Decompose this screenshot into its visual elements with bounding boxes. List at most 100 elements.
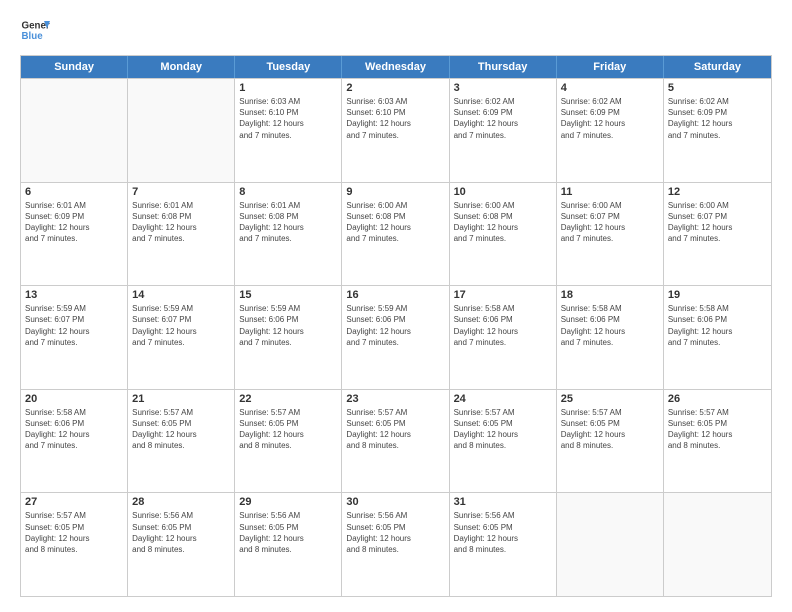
day-number: 21 — [132, 393, 230, 405]
day-cell-13: 13Sunrise: 5:59 AM Sunset: 6:07 PM Dayli… — [21, 286, 128, 389]
calendar: SundayMondayTuesdayWednesdayThursdayFrid… — [20, 55, 772, 597]
day-number: 18 — [561, 289, 659, 301]
day-header-tuesday: Tuesday — [235, 56, 342, 78]
day-number: 25 — [561, 393, 659, 405]
day-cell-8: 8 Sunrise: 6:01 AM Sunset: 6:08 PM Daylig… — [235, 183, 342, 286]
day-number: 23 — [346, 393, 444, 405]
day-cell-empty — [557, 493, 664, 596]
day-cell-22: 22 Sunrise: 5:57 AM Sunset: 6:05 PM Dayli… — [235, 390, 342, 493]
day-number: 5 — [668, 82, 767, 94]
day-cell-31: 31Sunrise: 5:56 AM Sunset: 6:05 PM Dayli… — [450, 493, 557, 596]
day-number: 1 — [239, 82, 337, 94]
day-info: Sunrise: 5:59 AM Sunset: 6:06 PM Dayligh… — [346, 303, 444, 348]
day-info: Sunrise: 5:57 AM Sunset: 6:05 PM Dayligh… — [239, 407, 337, 452]
day-info: Sunrise: 6:01 AM Sunset: 6:09 PM Dayligh… — [25, 200, 123, 245]
day-number: 26 — [668, 393, 767, 405]
calendar-week-4: 20 Sunrise: 5:58 AM Sunset: 6:06 PM Dayli… — [21, 389, 771, 493]
day-info: Sunrise: 5:58 AM Sunset: 6:06 PM Dayligh… — [454, 303, 552, 348]
day-cell-30: 30 Sunrise: 5:56 AM Sunset: 6:05 PM Dayli… — [342, 493, 449, 596]
day-number: 8 — [239, 186, 337, 198]
day-number: 16 — [346, 289, 444, 301]
day-cell-empty — [128, 79, 235, 182]
svg-text:Blue: Blue — [22, 31, 44, 42]
day-cell-10: 10Sunrise: 6:00 AM Sunset: 6:08 PM Dayli… — [450, 183, 557, 286]
day-cell-6: 6 Sunrise: 6:01 AM Sunset: 6:09 PM Daylig… — [21, 183, 128, 286]
day-number: 7 — [132, 186, 230, 198]
day-info: Sunrise: 5:58 AM Sunset: 6:06 PM Dayligh… — [25, 407, 123, 452]
day-header-thursday: Thursday — [450, 56, 557, 78]
day-info: Sunrise: 6:00 AM Sunset: 6:08 PM Dayligh… — [346, 200, 444, 245]
day-number: 28 — [132, 496, 230, 508]
day-header-friday: Friday — [557, 56, 664, 78]
day-cell-15: 15 Sunrise: 5:59 AM Sunset: 6:06 PM Dayli… — [235, 286, 342, 389]
day-cell-27: 27Sunrise: 5:57 AM Sunset: 6:05 PM Dayli… — [21, 493, 128, 596]
day-header-wednesday: Wednesday — [342, 56, 449, 78]
day-cell-21: 21 Sunrise: 5:57 AM Sunset: 6:05 PM Dayli… — [128, 390, 235, 493]
day-info: Sunrise: 5:58 AM Sunset: 6:06 PM Dayligh… — [561, 303, 659, 348]
day-number: 2 — [346, 82, 444, 94]
day-info: Sunrise: 5:57 AM Sunset: 6:05 PM Dayligh… — [668, 407, 767, 452]
day-info: Sunrise: 6:00 AM Sunset: 6:07 PM Dayligh… — [561, 200, 659, 245]
day-info: Sunrise: 6:01 AM Sunset: 6:08 PM Dayligh… — [132, 200, 230, 245]
day-number: 20 — [25, 393, 123, 405]
day-number: 17 — [454, 289, 552, 301]
logo: General Blue — [20, 15, 50, 45]
day-info: Sunrise: 6:02 AM Sunset: 6:09 PM Dayligh… — [561, 96, 659, 141]
day-number: 19 — [668, 289, 767, 301]
day-header-monday: Monday — [128, 56, 235, 78]
day-number: 9 — [346, 186, 444, 198]
day-number: 15 — [239, 289, 337, 301]
day-info: Sunrise: 5:56 AM Sunset: 6:05 PM Dayligh… — [239, 510, 337, 555]
day-header-saturday: Saturday — [664, 56, 771, 78]
day-info: Sunrise: 5:59 AM Sunset: 6:07 PM Dayligh… — [25, 303, 123, 348]
day-number: 22 — [239, 393, 337, 405]
day-cell-4: 4 Sunrise: 6:02 AM Sunset: 6:09 PM Daylig… — [557, 79, 664, 182]
day-number: 4 — [561, 82, 659, 94]
day-cell-16: 16 Sunrise: 5:59 AM Sunset: 6:06 PM Dayli… — [342, 286, 449, 389]
day-cell-20: 20 Sunrise: 5:58 AM Sunset: 6:06 PM Dayli… — [21, 390, 128, 493]
day-number: 14 — [132, 289, 230, 301]
day-cell-26: 26 Sunrise: 5:57 AM Sunset: 6:05 PM Dayli… — [664, 390, 771, 493]
day-info: Sunrise: 5:58 AM Sunset: 6:06 PM Dayligh… — [668, 303, 767, 348]
day-cell-1: 1 Sunrise: 6:03 AM Sunset: 6:10 PM Daylig… — [235, 79, 342, 182]
day-number: 12 — [668, 186, 767, 198]
day-info: Sunrise: 5:56 AM Sunset: 6:05 PM Dayligh… — [132, 510, 230, 555]
day-info: Sunrise: 6:02 AM Sunset: 6:09 PM Dayligh… — [454, 96, 552, 141]
day-cell-2: 2 Sunrise: 6:03 AM Sunset: 6:10 PM Daylig… — [342, 79, 449, 182]
day-info: Sunrise: 6:02 AM Sunset: 6:09 PM Dayligh… — [668, 96, 767, 141]
day-cell-18: 18 Sunrise: 5:58 AM Sunset: 6:06 PM Dayli… — [557, 286, 664, 389]
day-cell-7: 7 Sunrise: 6:01 AM Sunset: 6:08 PM Daylig… — [128, 183, 235, 286]
day-number: 6 — [25, 186, 123, 198]
day-info: Sunrise: 6:00 AM Sunset: 6:07 PM Dayligh… — [668, 200, 767, 245]
day-cell-25: 25Sunrise: 5:57 AM Sunset: 6:05 PM Dayli… — [557, 390, 664, 493]
day-info: Sunrise: 5:59 AM Sunset: 6:07 PM Dayligh… — [132, 303, 230, 348]
day-info: Sunrise: 5:57 AM Sunset: 6:05 PM Dayligh… — [454, 407, 552, 452]
header: General Blue — [20, 15, 772, 45]
day-cell-3: 3Sunrise: 6:02 AM Sunset: 6:09 PM Daylig… — [450, 79, 557, 182]
day-info: Sunrise: 5:57 AM Sunset: 6:05 PM Dayligh… — [346, 407, 444, 452]
day-cell-11: 11Sunrise: 6:00 AM Sunset: 6:07 PM Dayli… — [557, 183, 664, 286]
day-info: Sunrise: 5:57 AM Sunset: 6:05 PM Dayligh… — [132, 407, 230, 452]
day-info: Sunrise: 6:00 AM Sunset: 6:08 PM Dayligh… — [454, 200, 552, 245]
logo-icon: General Blue — [20, 15, 50, 45]
calendar-week-2: 6 Sunrise: 6:01 AM Sunset: 6:09 PM Daylig… — [21, 182, 771, 286]
calendar-body: 1 Sunrise: 6:03 AM Sunset: 6:10 PM Daylig… — [21, 78, 771, 596]
day-cell-empty — [21, 79, 128, 182]
day-cell-14: 14 Sunrise: 5:59 AM Sunset: 6:07 PM Dayli… — [128, 286, 235, 389]
day-cell-19: 19 Sunrise: 5:58 AM Sunset: 6:06 PM Dayli… — [664, 286, 771, 389]
day-number: 24 — [454, 393, 552, 405]
day-number: 31 — [454, 496, 552, 508]
day-info: Sunrise: 6:03 AM Sunset: 6:10 PM Dayligh… — [239, 96, 337, 141]
day-number: 30 — [346, 496, 444, 508]
day-cell-29: 29Sunrise: 5:56 AM Sunset: 6:05 PM Dayli… — [235, 493, 342, 596]
calendar-header: SundayMondayTuesdayWednesdayThursdayFrid… — [21, 56, 771, 78]
day-cell-24: 24 Sunrise: 5:57 AM Sunset: 6:05 PM Dayli… — [450, 390, 557, 493]
page: General Blue SundayMondayTuesdayWednesda… — [0, 0, 792, 612]
day-cell-28: 28 Sunrise: 5:56 AM Sunset: 6:05 PM Dayli… — [128, 493, 235, 596]
day-info: Sunrise: 5:56 AM Sunset: 6:05 PM Dayligh… — [346, 510, 444, 555]
day-info: Sunrise: 6:01 AM Sunset: 6:08 PM Dayligh… — [239, 200, 337, 245]
calendar-week-5: 27Sunrise: 5:57 AM Sunset: 6:05 PM Dayli… — [21, 492, 771, 596]
day-info: Sunrise: 6:03 AM Sunset: 6:10 PM Dayligh… — [346, 96, 444, 141]
day-info: Sunrise: 5:59 AM Sunset: 6:06 PM Dayligh… — [239, 303, 337, 348]
calendar-week-3: 13Sunrise: 5:59 AM Sunset: 6:07 PM Dayli… — [21, 285, 771, 389]
